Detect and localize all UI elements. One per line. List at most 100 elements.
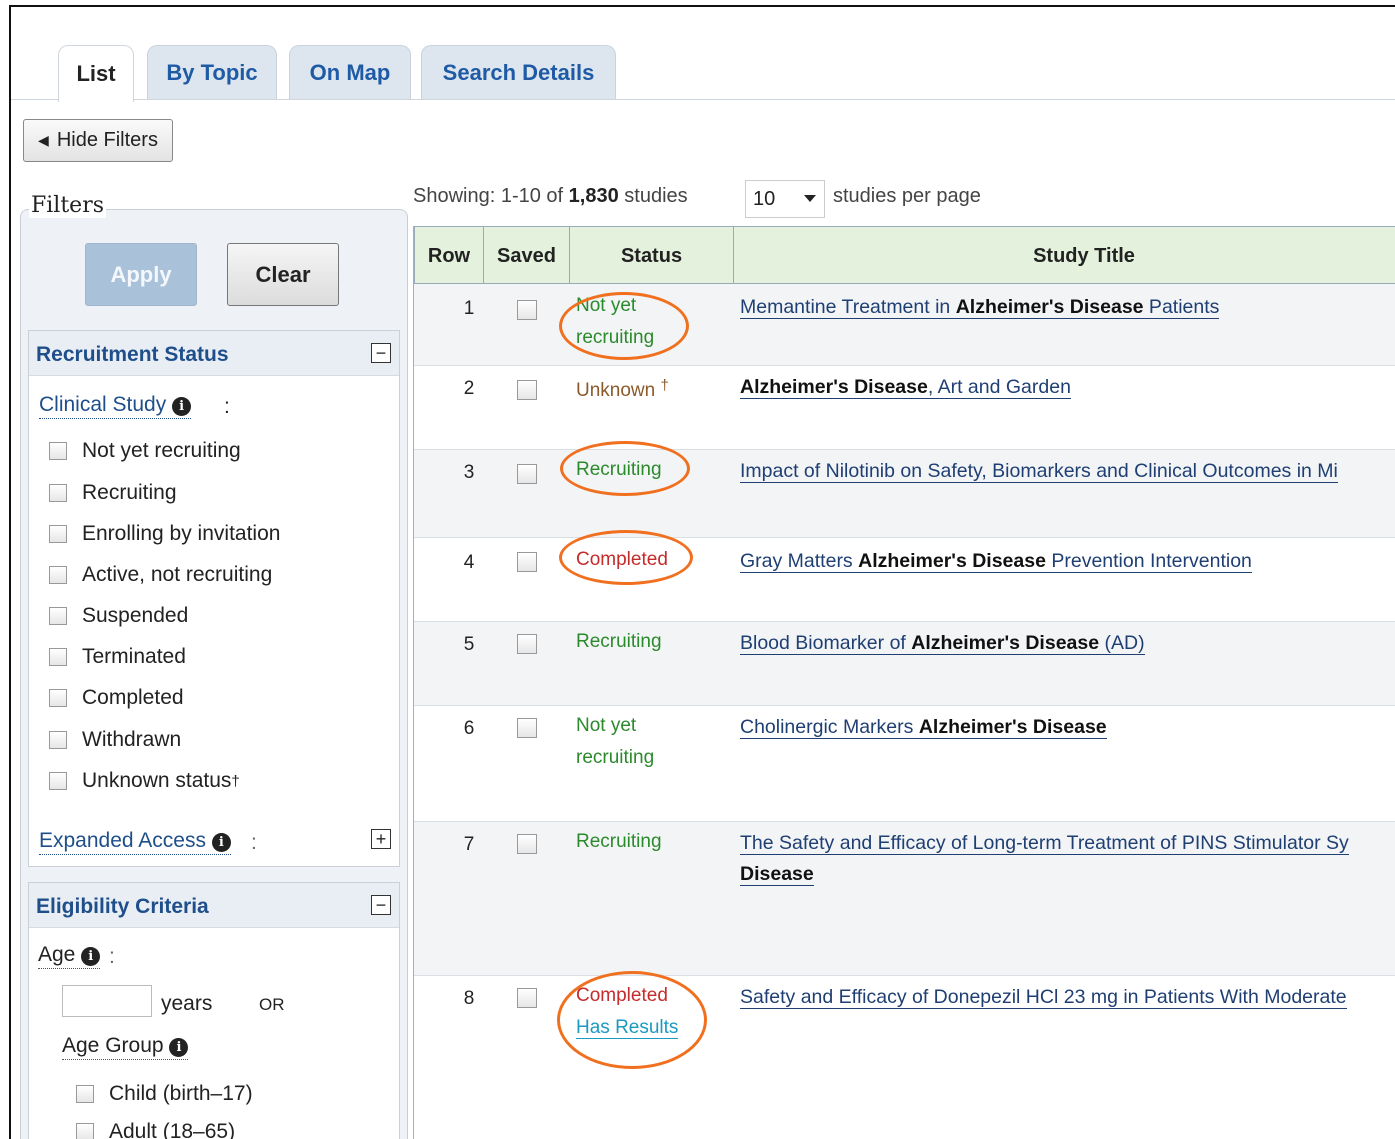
study-title-link[interactable]: Alzheimer's Disease, Art and Garden xyxy=(740,372,1395,403)
table-row: 3 Recruiting Impact of Nilotinib on Safe… xyxy=(414,450,1395,538)
row-number: 2 xyxy=(463,378,475,399)
status-text: Completed Has Results xyxy=(576,985,679,1039)
tab-search-details[interactable]: Search Details xyxy=(421,45,616,100)
per-page-select[interactable]: 10 xyxy=(745,180,825,218)
option-label: Recruiting xyxy=(82,481,177,504)
column-header-title[interactable]: Study Title xyxy=(734,227,1395,285)
results-count-prefix: Showing: 1-10 of xyxy=(413,185,569,207)
status-text: Completed xyxy=(576,549,668,570)
study-title-link[interactable]: The Safety and Efficacy of Long-term Tre… xyxy=(740,828,1395,890)
dagger-mark: † xyxy=(231,772,240,790)
study-title-link[interactable]: Memantine Treatment in Alzheimer's Disea… xyxy=(740,292,1395,323)
save-checkbox[interactable] xyxy=(517,834,537,854)
study-title-link[interactable]: Blood Biomarker of Alzheimer's Disease (… xyxy=(740,628,1395,659)
save-checkbox[interactable] xyxy=(517,380,537,400)
filter-option[interactable]: Completed xyxy=(49,686,184,710)
age-group-text: Age Group xyxy=(62,1034,164,1057)
option-label: Enrolling by invitation xyxy=(82,522,281,545)
option-label: Suspended xyxy=(82,604,189,627)
filter-option[interactable]: Suspended xyxy=(49,604,188,628)
option-label: Active, not recruiting xyxy=(82,563,273,586)
table-row: 1 Not yet recruiting Memantine Treatment … xyxy=(414,284,1395,366)
option-label: Adult (18–65) xyxy=(109,1120,236,1139)
option-label: Completed xyxy=(82,686,184,709)
checkbox[interactable] xyxy=(49,442,67,460)
filter-option[interactable]: Enrolling by invitation xyxy=(49,522,280,546)
filter-option[interactable]: Child (birth–17) xyxy=(76,1082,253,1106)
status-text: Recruiting xyxy=(576,459,662,480)
option-label: Withdrawn xyxy=(82,728,182,751)
age-input[interactable] xyxy=(62,985,152,1017)
checkbox[interactable] xyxy=(49,607,67,625)
status-text: Not yet recruiting xyxy=(576,715,655,768)
tab-list[interactable]: List xyxy=(58,45,134,102)
app-frame: List By Topic On Map Search Details ◀ Hi… xyxy=(9,5,1395,1139)
apply-button[interactable]: Apply xyxy=(85,243,197,306)
save-checkbox[interactable] xyxy=(517,718,537,738)
save-checkbox[interactable] xyxy=(517,552,537,572)
checkbox[interactable] xyxy=(76,1085,94,1103)
hide-filters-button[interactable]: ◀ Hide Filters xyxy=(23,119,173,162)
filter-option[interactable]: Active, not recruiting xyxy=(49,563,272,587)
clinical-study-label[interactable]: Clinical Study i xyxy=(39,393,192,419)
row-number: 7 xyxy=(463,834,475,855)
expanded-access-text: Expanded Access xyxy=(39,829,206,852)
save-checkbox[interactable] xyxy=(517,988,537,1008)
filter-option[interactable]: Unknown status † xyxy=(49,769,240,793)
info-icon[interactable]: i xyxy=(211,833,231,852)
results-total: 1,830 xyxy=(568,185,619,207)
save-checkbox[interactable] xyxy=(517,300,537,320)
collapse-icon[interactable]: − xyxy=(371,895,391,915)
option-label: Terminated xyxy=(82,645,186,668)
tab-underline xyxy=(11,99,1395,100)
checkbox[interactable] xyxy=(49,566,67,584)
info-icon[interactable]: i xyxy=(172,397,192,416)
option-label: Child (birth–17) xyxy=(109,1082,253,1105)
collapse-icon[interactable]: − xyxy=(371,343,391,363)
status-text: Recruiting xyxy=(576,831,662,852)
tab-by-topic[interactable]: By Topic xyxy=(147,45,277,100)
table-row: 6 Not yet recruiting Cholinergic Markers … xyxy=(414,706,1395,822)
save-checkbox[interactable] xyxy=(517,464,537,484)
study-title-link[interactable]: Gray Matters Alzheimer's Disease Prevent… xyxy=(740,546,1395,577)
study-title-link[interactable]: Cholinergic Markers Alzheimer's Disease xyxy=(740,712,1395,743)
checkbox[interactable] xyxy=(76,1123,94,1139)
results-table: Row Saved Status Study Title 1 Not yet re… xyxy=(413,226,1395,1139)
column-header-row[interactable]: Row xyxy=(415,227,484,285)
clinical-study-text: Clinical Study xyxy=(39,393,167,416)
save-checkbox[interactable] xyxy=(517,634,537,654)
filter-option[interactable]: Withdrawn xyxy=(49,728,181,752)
info-icon[interactable]: i xyxy=(169,1038,189,1057)
eligibility-criteria-header: Eligibility Criteria − xyxy=(29,883,399,928)
column-header-status[interactable]: Status xyxy=(570,227,734,285)
age-label[interactable]: Age i xyxy=(38,943,101,969)
tab-on-map[interactable]: On Map xyxy=(289,45,411,100)
column-header-saved[interactable]: Saved xyxy=(484,227,570,285)
info-icon[interactable]: i xyxy=(81,947,101,966)
table-header: Row Saved Status Study Title xyxy=(414,226,1395,285)
has-results-link[interactable]: Has Results xyxy=(576,1017,679,1039)
expand-icon[interactable]: + xyxy=(371,829,391,849)
table-row: 8 Completed Has Results Safety and Effica… xyxy=(414,976,1395,1139)
filter-option[interactable]: Terminated xyxy=(49,645,186,669)
checkbox[interactable] xyxy=(49,689,67,707)
status-text: Unknown † xyxy=(576,377,669,401)
study-title-link[interactable]: Impact of Nilotinib on Safety, Biomarker… xyxy=(740,456,1395,487)
hide-filters-label: Hide Filters xyxy=(56,129,158,151)
checkbox[interactable] xyxy=(49,525,67,543)
checkbox[interactable] xyxy=(49,731,67,749)
checkbox[interactable] xyxy=(49,484,67,502)
study-title-link[interactable]: Safety and Efficacy of Donepezil HCl 23 … xyxy=(740,982,1395,1013)
filter-option[interactable]: Recruiting xyxy=(49,481,177,505)
checkbox[interactable] xyxy=(49,772,67,790)
option-label: Unknown status xyxy=(82,769,232,792)
clear-button[interactable]: Clear xyxy=(227,243,339,306)
checkbox[interactable] xyxy=(49,648,67,666)
or-label: OR xyxy=(259,995,285,1014)
filter-option[interactable]: Adult (18–65) xyxy=(76,1120,235,1139)
age-group-label[interactable]: Age Group i xyxy=(62,1034,189,1060)
row-number: 5 xyxy=(463,634,475,655)
expanded-access-label[interactable]: Expanded Access i xyxy=(39,829,231,855)
filter-option[interactable]: Not yet recruiting xyxy=(49,439,241,463)
table-row: 2 Unknown † Alzheimer's Disease, Art and… xyxy=(414,366,1395,450)
